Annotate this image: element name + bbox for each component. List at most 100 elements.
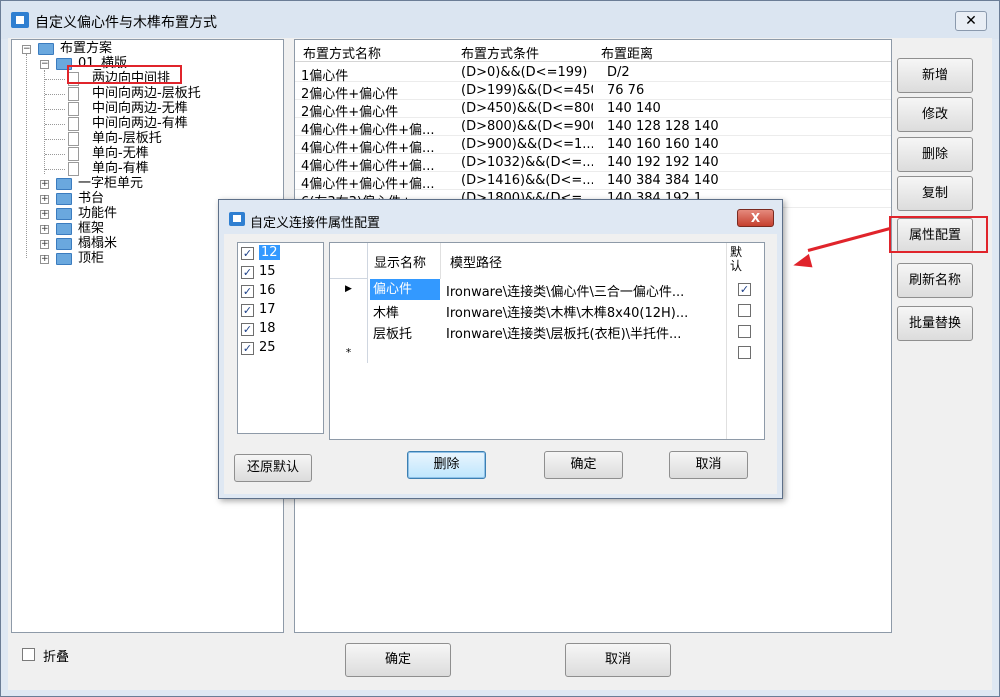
expand-toggle-icon[interactable]: + [40,210,49,219]
table-row[interactable]: 木榫 Ironware\连接类\木榫\木榫8x40(12H)... [330,300,764,321]
table-row[interactable]: ▶ 偏心件 Ironware\连接类\偏心件\三合一偏心件... ✓ [330,279,764,300]
grid-header: 布置方式名称 布置方式条件 布置距离 [295,40,891,62]
edit-button[interactable]: 修改 [897,97,973,132]
list-item[interactable]: ✓ 15 [241,264,323,282]
list-item[interactable]: ✓ 17 [241,302,323,320]
connector-attribute-dialog: 自定义连接件属性配置 X ✓ 12 ✓ 15 ✓ 16 ✓ 17 ✓ 18 ✓ … [218,199,783,499]
column-header[interactable]: 显示名称 [374,252,426,271]
connector-grid[interactable]: 显示名称 模型路径 默认 ▶ 偏心件 Ironware\连接类\偏心件\三合一偏… [329,242,765,440]
fold-label: 折叠 [43,650,70,665]
model-path-cell[interactable]: Ironware\连接类\木榫\木榫8x40(12H)... [446,302,722,321]
checkbox-icon[interactable] [738,304,751,317]
fold-checkbox[interactable] [22,648,35,661]
folder-icon [56,253,72,265]
dialog-app-icon [229,212,245,226]
dialog-close-button[interactable]: X [737,209,774,227]
column-header[interactable]: 默认 [730,245,744,273]
column-header[interactable]: 布置方式条件 [461,43,539,62]
list-item[interactable]: ✓ 25 [241,340,323,358]
table-row[interactable]: 4偏心件+偏心件+偏... (D>800)&&(D<=900) 140 128 … [295,118,891,138]
expand-toggle-icon[interactable]: + [40,255,49,264]
id-label: 15 [259,264,276,279]
document-icon [68,162,79,176]
table-row[interactable]: 1偏心件 (D>0)&&(D<=199) D/2 [295,64,891,84]
table-row[interactable]: 4偏心件+偏心件+偏... (D>900)&&(D<=1... 140 160 … [295,136,891,156]
table-row[interactable]: 4偏心件+偏心件+偏... (D>1032)&&(D<=... 140 192 … [295,154,891,174]
checkbox-checked-icon[interactable]: ✓ [241,304,254,317]
tree-group-label: 框架 [78,221,105,236]
expand-toggle-icon[interactable]: + [40,225,49,234]
tree-item-label: 单向-无榫 [92,146,149,161]
dialog-ok-button[interactable]: 确定 [544,451,623,479]
collapse-toggle-icon[interactable]: − [40,60,49,69]
folder-icon [56,193,72,205]
checkbox-checked-icon[interactable]: ✓ [738,283,751,296]
tree-item-label: 单向-有榫 [92,161,149,176]
add-button[interactable]: 新增 [897,58,973,93]
delete-button[interactable]: 删除 [897,137,973,172]
document-icon [68,147,79,161]
checkbox-icon[interactable] [738,346,751,359]
folder-icon [56,178,72,190]
list-item[interactable]: ✓ 16 [241,283,323,301]
current-row-icon: ▶ [330,279,368,300]
expand-toggle-icon[interactable]: + [40,240,49,249]
grid-corner [330,243,368,279]
id-label: 25 [259,340,276,355]
list-item[interactable]: ✓ 12 [241,245,323,263]
tree-group-label: 榻榻米 [78,236,118,251]
dialog-delete-button[interactable]: 删除 [407,451,486,479]
table-row[interactable]: 层板托 Ironware\连接类\层板托(衣柜)\半托件... [330,321,764,342]
table-row[interactable]: 2偏心件+偏心件 (D>199)&&(D<=450) 76 76 [295,82,891,102]
table-row[interactable]: 2偏心件+偏心件 (D>450)&&(D<=800) 140 140 [295,100,891,120]
new-row[interactable]: * [330,342,764,363]
highlight-box [889,216,988,253]
row-header [330,300,368,321]
checkbox-checked-icon[interactable]: ✓ [241,323,254,336]
checkbox-checked-icon[interactable]: ✓ [241,266,254,279]
cancel-button[interactable]: 取消 [565,643,671,677]
title-bar: 自定义偏心件与木榫布置方式 ✕ [1,1,999,39]
tree-root-label: 布置方案 [60,41,113,56]
checkbox-checked-icon[interactable]: ✓ [241,247,254,260]
copy-button[interactable]: 复制 [897,176,973,211]
expand-toggle-icon[interactable]: + [40,195,49,204]
tree-group-label: 书台 [78,191,105,206]
tree-group-label: 顶柜 [78,251,105,266]
tree-item-label: 中间向两边-有榫 [92,116,188,131]
folder-icon [56,208,72,220]
document-icon [68,132,79,146]
window-close-button[interactable]: ✕ [955,11,987,31]
column-header[interactable]: 布置方式名称 [303,43,381,62]
dialog-cancel-button[interactable]: 取消 [669,451,748,479]
folder-icon [56,238,72,250]
refresh-names-button[interactable]: 刷新名称 [897,263,973,298]
tree-group-label: 功能件 [78,206,118,221]
batch-replace-button[interactable]: 批量替换 [897,306,973,341]
model-path-cell[interactable]: Ironware\连接类\偏心件\三合一偏心件... [446,281,722,300]
restore-default-button[interactable]: 还原默认 [234,454,312,482]
table-row[interactable]: 4偏心件+偏心件+偏... (D>1416)&&(D<=... 140 384 … [295,172,891,192]
column-header[interactable]: 布置距离 [601,43,653,62]
id-list[interactable]: ✓ 12 ✓ 15 ✓ 16 ✓ 17 ✓ 18 ✓ 25 [237,242,324,434]
tree-item-label: 单向-层板托 [92,131,162,146]
id-label: 17 [259,302,276,317]
display-name-cell[interactable]: 偏心件 [370,279,440,300]
row-header [330,321,368,342]
folder-icon [56,223,72,235]
expand-toggle-icon[interactable]: + [40,180,49,189]
column-header[interactable]: 模型路径 [450,252,502,271]
display-name-cell[interactable]: 木榫 [373,302,439,321]
checkbox-icon[interactable] [738,325,751,338]
checkbox-checked-icon[interactable]: ✓ [241,342,254,355]
model-path-cell[interactable]: Ironware\连接类\层板托(衣柜)\半托件... [446,323,722,342]
ok-button[interactable]: 确定 [345,643,451,677]
id-label: 12 [259,245,280,260]
checkbox-checked-icon[interactable]: ✓ [241,285,254,298]
display-name-cell[interactable]: 层板托 [373,323,439,342]
list-item[interactable]: ✓ 18 [241,321,323,339]
window-title: 自定义偏心件与木榫布置方式 [35,15,217,31]
collapse-toggle-icon[interactable]: − [22,45,31,54]
dialog-title: 自定义连接件属性配置 [250,216,381,231]
tree-item-label: 中间向两边-无榫 [92,101,188,116]
